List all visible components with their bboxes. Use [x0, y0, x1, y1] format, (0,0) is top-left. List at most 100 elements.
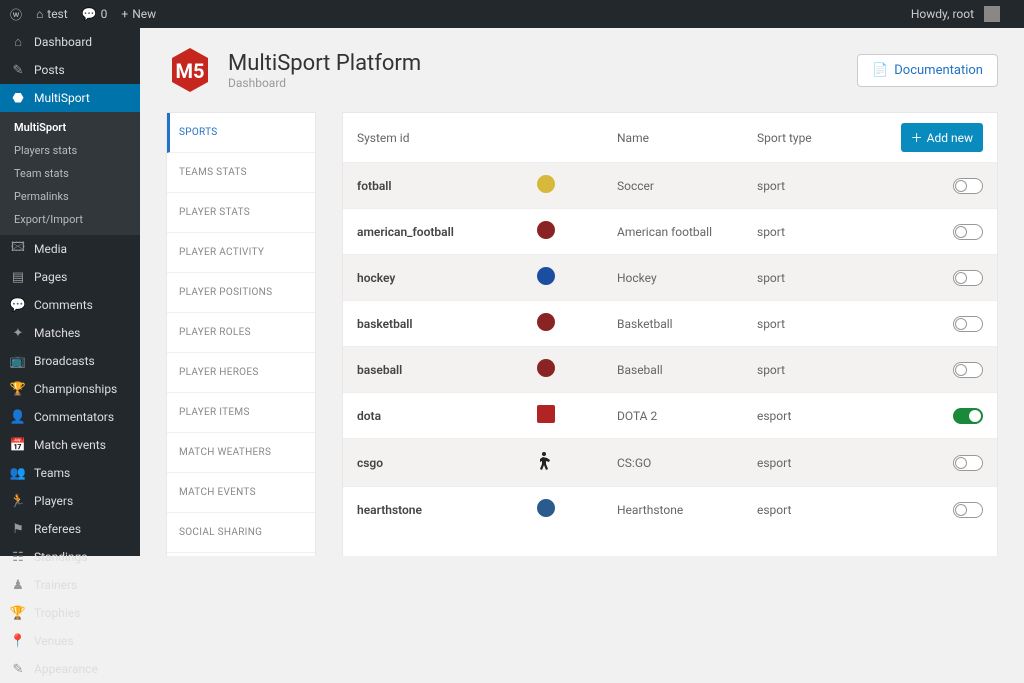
tab-player-roles[interactable]: PLAYER ROLES	[167, 313, 315, 353]
menu-icon: 🏆	[10, 605, 26, 621]
sport-icon	[537, 221, 555, 239]
sidebar-item-trophies[interactable]: 🏆Trophies	[0, 599, 140, 627]
menu-icon: ▤	[10, 269, 26, 285]
tab-social-sharing[interactable]: SOCIAL SHARING	[167, 513, 315, 553]
row-id: hockey	[357, 271, 537, 285]
tab-match-events[interactable]: MATCH EVENTS	[167, 473, 315, 513]
enable-toggle[interactable]	[953, 178, 983, 194]
row-name: Soccer	[617, 179, 757, 193]
tab-teams-stats[interactable]: TEAMS STATS	[167, 153, 315, 193]
row-name: Basketball	[617, 317, 757, 331]
table-row: baseball Baseball sport	[343, 346, 997, 392]
documentation-button[interactable]: 📄 Documentation	[857, 54, 998, 87]
menu-icon: 👥	[10, 465, 26, 481]
tab-player-activity[interactable]: PLAYER ACTIVITY	[167, 233, 315, 273]
sidebar-item-dashboard[interactable]: ⌂Dashboard	[0, 28, 140, 56]
sidebar-item-championships[interactable]: 🏆Championships	[0, 375, 140, 403]
sidebar-sub-export-import[interactable]: Export/Import	[0, 208, 140, 231]
sidebar-sub-players-stats[interactable]: Players stats	[0, 139, 140, 162]
sidebar-item-match-events[interactable]: 📅Match events	[0, 431, 140, 459]
sports-table: System id Name Sport type ＋ Add new fotb…	[342, 112, 998, 556]
enable-toggle[interactable]	[953, 362, 983, 378]
sport-icon	[537, 313, 555, 331]
row-id: hearthstone	[357, 503, 537, 517]
sport-icon	[537, 405, 555, 423]
sidebar-item-venues[interactable]: 📍Venues	[0, 627, 140, 655]
enable-toggle[interactable]	[953, 224, 983, 240]
row-type: esport	[757, 456, 953, 470]
enable-toggle[interactable]	[953, 408, 983, 424]
row-id: basketball	[357, 317, 537, 331]
sidebar-sub-permalinks[interactable]: Permalinks	[0, 185, 140, 208]
howdy[interactable]: Howdy, root	[911, 6, 1000, 22]
sidebar-item-pages[interactable]: ▤Pages	[0, 263, 140, 291]
row-name: Hearthstone	[617, 503, 757, 517]
row-id: fotball	[357, 179, 537, 193]
site-link[interactable]: ⌂test	[36, 7, 68, 21]
sidebar-item-players[interactable]: 🏃Players	[0, 487, 140, 515]
sidebar-item-referees[interactable]: ⚑Referees	[0, 515, 140, 543]
sport-icon	[537, 267, 555, 285]
plugin-logo: M5	[166, 46, 214, 94]
sidebar-item-comments[interactable]: 💬Comments	[0, 291, 140, 319]
tab-sports[interactable]: SPORTS	[167, 113, 315, 153]
row-type: esport	[757, 409, 953, 423]
add-new-button[interactable]: ＋ Add new	[901, 123, 983, 152]
sidebar-item-matches[interactable]: ✦Matches	[0, 319, 140, 347]
enable-toggle[interactable]	[953, 502, 983, 518]
avatar	[984, 6, 1000, 22]
row-name: American football	[617, 225, 757, 239]
sidebar-item-broadcasts[interactable]: 📺Broadcasts	[0, 347, 140, 375]
menu-icon: 🖾	[10, 241, 26, 257]
sidebar-item-appearance[interactable]: ✎Appearance	[0, 655, 140, 683]
table-row: hearthstone Hearthstone esport	[343, 486, 997, 532]
sidebar-item-commentators[interactable]: 👤Commentators	[0, 403, 140, 431]
tab-player-positions[interactable]: PLAYER POSITIONS	[167, 273, 315, 313]
col-system-id: System id	[357, 131, 617, 145]
enable-toggle[interactable]	[953, 270, 983, 286]
row-type: esport	[757, 503, 953, 517]
admin-topbar: ⓦ ⌂test 💬0 +New Howdy, root	[0, 0, 1024, 28]
plus-icon: ＋	[911, 129, 923, 146]
row-id: baseball	[357, 363, 537, 377]
sidebar-sub-multisport[interactable]: MultiSport	[0, 116, 140, 139]
menu-icon: 🏆	[10, 381, 26, 397]
sport-icon	[537, 451, 553, 471]
row-type: sport	[757, 363, 953, 377]
tab-player-stats[interactable]: PLAYER STATS	[167, 193, 315, 233]
menu-icon: 💬	[10, 297, 26, 313]
tab-match-weathers[interactable]: MATCH WEATHERS	[167, 433, 315, 473]
menu-icon: ♟	[10, 577, 26, 593]
admin-sidebar: ⌂Dashboard✎Posts⬣MultiSport MultiSportPla…	[0, 28, 140, 556]
sidebar-item-trainers[interactable]: ♟Trainers	[0, 571, 140, 599]
table-row: hockey Hockey sport	[343, 254, 997, 300]
menu-icon: ✎	[10, 661, 26, 677]
sport-icon	[537, 175, 555, 193]
menu-icon: ⚑	[10, 521, 26, 537]
row-type: sport	[757, 271, 953, 285]
tab-player-items[interactable]: PLAYER ITEMS	[167, 393, 315, 433]
comments-link[interactable]: 💬0	[82, 7, 108, 21]
wp-logo[interactable]: ⓦ	[10, 6, 22, 23]
menu-icon: ✎	[10, 62, 26, 78]
menu-icon: 📍	[10, 633, 26, 649]
sidebar-item-media[interactable]: 🖾Media	[0, 235, 140, 263]
page-header: M5 MultiSport Platform Dashboard 📄 Docum…	[166, 46, 998, 94]
menu-icon: 📺	[10, 353, 26, 369]
sidebar-item-teams[interactable]: 👥Teams	[0, 459, 140, 487]
sidebar-sub-team-stats[interactable]: Team stats	[0, 162, 140, 185]
sidebar-item-multisport[interactable]: ⬣MultiSport	[0, 84, 140, 112]
menu-icon: 👤	[10, 409, 26, 425]
row-type: sport	[757, 225, 953, 239]
document-icon: 📄	[872, 63, 888, 78]
sidebar-item-standings[interactable]: ☷Standings	[0, 543, 140, 571]
table-row: fotball Soccer sport	[343, 162, 997, 208]
row-name: CS:GO	[617, 456, 757, 470]
new-link[interactable]: +New	[121, 7, 156, 21]
menu-icon: 📅	[10, 437, 26, 453]
enable-toggle[interactable]	[953, 455, 983, 471]
enable-toggle[interactable]	[953, 316, 983, 332]
tab-player-heroes[interactable]: PLAYER HEROES	[167, 353, 315, 393]
sidebar-item-posts[interactable]: ✎Posts	[0, 56, 140, 84]
row-type: sport	[757, 179, 953, 193]
